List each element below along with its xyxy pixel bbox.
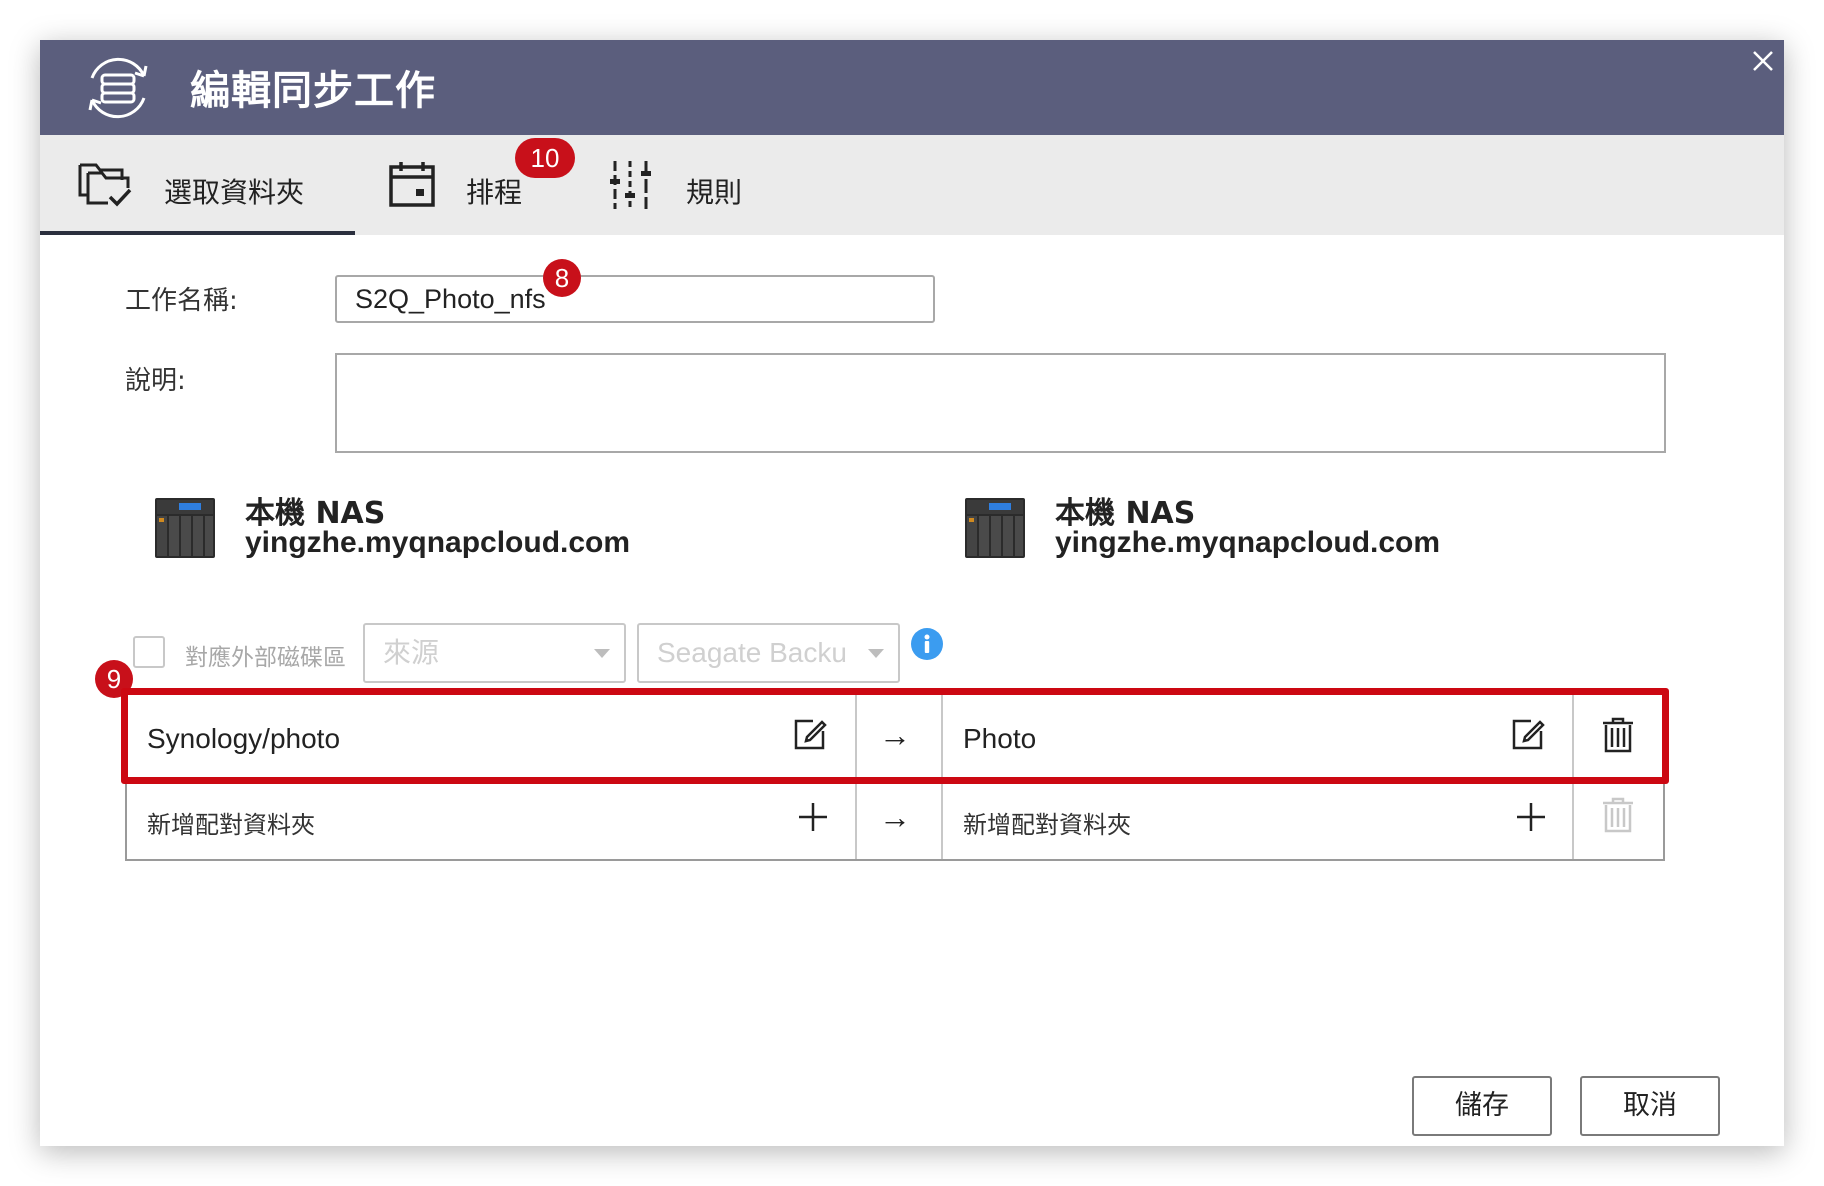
- plus-icon[interactable]: [1515, 801, 1547, 833]
- annotation-highlight-box: [121, 688, 1669, 784]
- active-tab-indicator: [40, 231, 355, 235]
- tab-label: 選取資料夾: [164, 176, 305, 209]
- tab-label: 規則: [686, 176, 743, 209]
- dest-volume-value: Seagate Backu: [657, 637, 847, 668]
- external-volume-label: 對應外部磁碟區: [185, 645, 346, 671]
- chevron-down-icon: [868, 649, 884, 658]
- tab-rules[interactable]: 規則: [610, 135, 770, 235]
- trash-icon: [1603, 797, 1633, 833]
- add-destination-placeholder: 新增配對資料夾: [963, 811, 1131, 839]
- add-source-placeholder: 新增配對資料夾: [147, 811, 315, 839]
- nas-device-icon: [965, 498, 1025, 558]
- dialog-titlebar: 編輯同步工作: [40, 40, 1784, 135]
- destination-nas: 本機 NAS yingzhe.myqnapcloud.com: [965, 488, 1565, 568]
- external-volume-checkbox[interactable]: [133, 636, 165, 668]
- description-textarea[interactable]: [335, 353, 1666, 453]
- plus-icon[interactable]: [797, 801, 829, 833]
- tab-select-folder[interactable]: 選取資料夾: [40, 135, 355, 235]
- job-name-input[interactable]: S2Q_Photo_nfs: [335, 275, 935, 323]
- save-button[interactable]: 儲存: [1412, 1076, 1552, 1136]
- dialog-title: 編輯同步工作: [190, 68, 436, 114]
- source-volume-value: 來源: [383, 637, 440, 668]
- sync-server-icon: [88, 57, 148, 119]
- info-icon[interactable]: [911, 628, 943, 660]
- job-name-label: 工作名稱:: [125, 286, 238, 316]
- folder-check-icon: [78, 163, 132, 207]
- tab-bar: 選取資料夾 排程 規則 10: [40, 135, 1784, 235]
- nas-device-icon: [155, 498, 215, 558]
- calendar-icon: [389, 162, 435, 207]
- destination-nas-host: yingzhe.myqnapcloud.com: [1055, 526, 1441, 559]
- source-nas-host: yingzhe.myqnapcloud.com: [245, 526, 631, 559]
- source-nas: 本機 NAS yingzhe.myqnapcloud.com: [155, 488, 755, 568]
- source-volume-select[interactable]: 來源: [363, 623, 626, 683]
- annotation-badge: 10: [515, 138, 575, 178]
- chevron-down-icon: [594, 649, 610, 658]
- tab-label: 排程: [466, 176, 523, 209]
- edit-sync-dialog: 編輯同步工作 選取資料夾 排程 規則 10 工作名稱: S2Q_Photo_nf…: [40, 40, 1784, 1146]
- dest-volume-select[interactable]: Seagate Backu: [637, 623, 900, 683]
- arrow-right-icon: →: [879, 799, 911, 835]
- annotation-badge: 8: [543, 259, 581, 297]
- cancel-button[interactable]: 取消: [1580, 1076, 1720, 1136]
- sliders-icon: [610, 161, 651, 209]
- close-icon[interactable]: [1748, 46, 1778, 76]
- add-pair-row: 新增配對資料夾 → 新增配對資料夾: [127, 777, 1663, 859]
- description-label: 說明:: [125, 366, 186, 396]
